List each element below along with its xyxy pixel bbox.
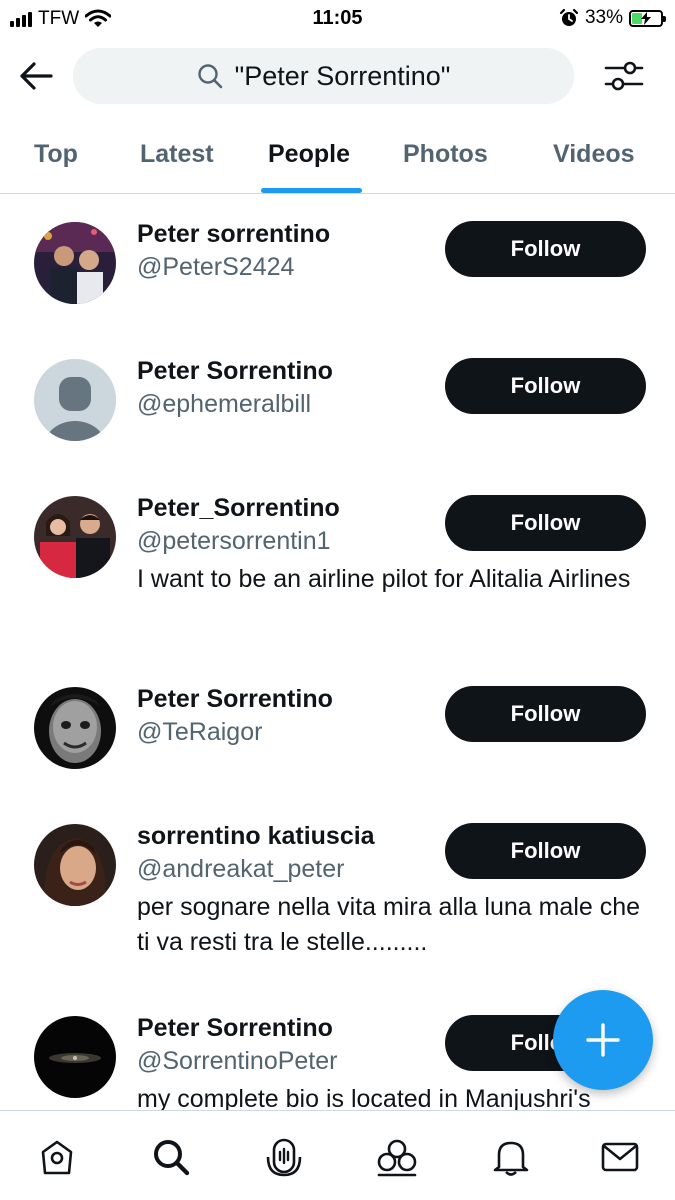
user-name: Peter Sorrentino: [137, 357, 333, 385]
user-result[interactable]: Peter_Sorrentino @petersorrentin1 I want…: [0, 484, 675, 644]
user-bio: per sognare nella vita mira alla luna ma…: [137, 893, 641, 956]
default-avatar-icon: [34, 359, 116, 441]
status-bar-right: 33%: [559, 7, 666, 29]
tab-videos[interactable]: Videos: [553, 140, 635, 169]
communities-icon: [377, 1139, 417, 1177]
alarm-icon: [559, 8, 579, 26]
user-bio: my complete bio is located in Manjushri'…: [137, 1085, 591, 1110]
search-input[interactable]: "Peter Sorrentino": [73, 48, 574, 104]
status-bar: TFW 11:05 33%: [0, 0, 675, 38]
tab-latest[interactable]: Latest: [140, 140, 214, 169]
avatar[interactable]: [34, 359, 116, 441]
tab-photos[interactable]: Photos: [403, 140, 488, 169]
back-button[interactable]: [16, 56, 56, 96]
nav-spaces[interactable]: [262, 1135, 306, 1179]
nav-search[interactable]: [149, 1135, 193, 1179]
follow-button[interactable]: Follow: [445, 495, 646, 551]
search-query: "Peter Sorrentino": [234, 60, 451, 91]
user-handle: @petersorrentin1: [137, 527, 331, 555]
envelope-icon: [601, 1142, 639, 1172]
avatar[interactable]: [34, 496, 116, 578]
follow-button[interactable]: Follow: [445, 358, 646, 414]
home-icon: [41, 1140, 73, 1175]
user-name: sorrentino katiuscia: [137, 822, 375, 850]
bottom-navigation: [0, 1110, 675, 1200]
spaces-microphone-icon: [266, 1138, 302, 1177]
sliders-icon: [604, 61, 644, 91]
compose-tweet-button[interactable]: [553, 990, 653, 1090]
active-tab-indicator: [261, 188, 362, 193]
battery-charging-icon: [629, 9, 666, 27]
follow-button[interactable]: Follow: [445, 823, 646, 879]
user-name: Peter Sorrentino: [137, 685, 333, 713]
user-name: Peter Sorrentino: [137, 1014, 333, 1042]
user-result[interactable]: Peter Sorrentino @ephemeralbill Follow: [0, 347, 675, 467]
user-handle: @ephemeralbill: [137, 390, 312, 418]
search-filters-button[interactable]: [601, 56, 647, 96]
arrow-left-icon: [20, 62, 53, 90]
search-tabs: Top Latest People Photos Videos: [0, 128, 675, 194]
avatar[interactable]: [34, 222, 116, 304]
avatar[interactable]: [34, 687, 116, 769]
user-handle: @PeterS2424: [137, 253, 295, 281]
nav-communities[interactable]: [375, 1135, 419, 1179]
user-handle: @TeRaigor: [137, 718, 263, 746]
user-handle: @SorrentinoPeter: [137, 1047, 338, 1075]
user-name: Peter_Sorrentino: [137, 494, 340, 522]
user-result[interactable]: Peter Sorrentino @TeRaigor Follow: [0, 675, 675, 795]
search-header: "Peter Sorrentino": [0, 44, 675, 108]
plus-icon: [586, 1023, 620, 1057]
nav-notifications[interactable]: [489, 1135, 533, 1179]
user-bio: I want to be an airline pilot for Alital…: [137, 565, 631, 593]
nav-home[interactable]: [35, 1135, 79, 1179]
avatar[interactable]: [34, 1016, 116, 1098]
nav-messages[interactable]: [598, 1135, 642, 1179]
bell-icon: [493, 1141, 529, 1176]
battery-percent: 33%: [584, 7, 623, 28]
user-result[interactable]: sorrentino katiuscia @andreakat_peter pe…: [0, 812, 675, 982]
user-handle: @andreakat_peter: [137, 855, 345, 883]
user-result[interactable]: Peter sorrentino @PeterS2424 Follow: [0, 210, 675, 330]
search-icon: [197, 64, 222, 89]
search-icon: [154, 1140, 190, 1176]
tab-people[interactable]: People: [268, 140, 350, 169]
user-name: Peter sorrentino: [137, 220, 331, 248]
follow-button[interactable]: Follow: [445, 221, 646, 277]
avatar[interactable]: [34, 824, 116, 906]
follow-button[interactable]: Follow: [445, 686, 646, 742]
tab-top[interactable]: Top: [34, 140, 78, 169]
